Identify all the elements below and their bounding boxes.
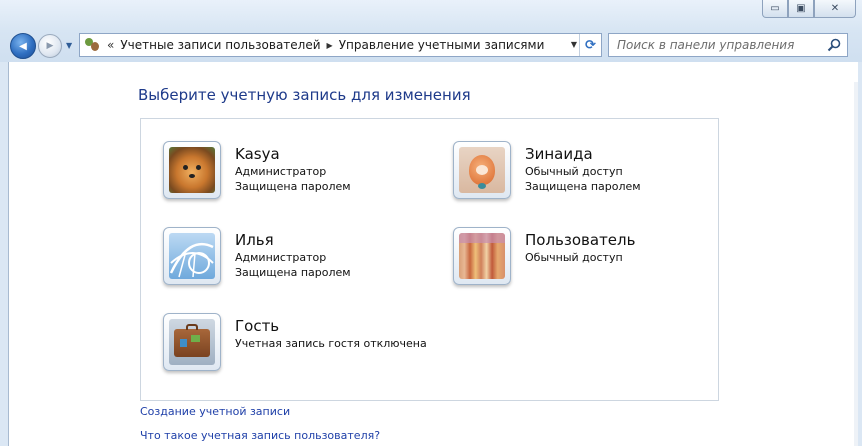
refresh-button[interactable]: ⟳ <box>579 34 601 56</box>
scrollbar-track[interactable] <box>854 82 858 446</box>
account-password-status: Защищена паролем <box>235 266 351 279</box>
rollercoaster-icon <box>169 233 215 279</box>
back-button[interactable]: ◀ <box>10 33 36 59</box>
account-polzovatel[interactable]: Пользователь Обычный доступ <box>453 227 635 285</box>
forward-button[interactable]: ▶ <box>38 34 62 58</box>
what-is-account-link[interactable]: Что такое учетная запись пользователя? <box>140 429 380 442</box>
account-picture <box>453 141 511 199</box>
account-type: Обычный доступ <box>525 251 623 264</box>
account-name: Гость <box>235 317 280 335</box>
account-picture <box>163 227 221 285</box>
fabric-stripes-icon <box>459 233 505 279</box>
account-type: Администратор <box>235 251 327 264</box>
account-picture <box>163 313 221 371</box>
account-password-status: Защищена паролем <box>235 180 351 193</box>
refresh-icon: ⟳ <box>585 37 596 53</box>
search-icon[interactable] <box>827 38 841 52</box>
minimize-button[interactable]: ▭ <box>762 0 788 18</box>
accounts-panel: Kasya Администратор Защищена паролем Зин… <box>140 118 719 401</box>
breadcrumb-user-accounts[interactable]: Учетные записи пользователей <box>120 38 320 52</box>
content-area: Выберите учетную запись для изменения Ka… <box>8 62 858 446</box>
address-bar[interactable]: « Учетные записи пользователей ▶ Управле… <box>79 33 602 57</box>
close-button[interactable]: ✕ <box>814 0 856 18</box>
recent-pages-dropdown[interactable]: ▼ <box>66 41 72 50</box>
account-type: Обычный доступ <box>525 165 623 178</box>
address-overflow[interactable]: « <box>107 38 114 52</box>
back-arrow-icon: ◀ <box>19 40 27 52</box>
dog-photo-icon <box>169 147 215 193</box>
account-guest[interactable]: Гость Учетная запись гостя отключена <box>163 313 427 371</box>
address-dropdown-icon[interactable]: ▼ <box>571 40 577 49</box>
window-controls: ▭ ▣ ✕ <box>762 0 856 18</box>
page-title: Выберите учетную запись для изменения <box>138 86 471 104</box>
breadcrumb-separator-icon[interactable]: ▶ <box>327 41 333 50</box>
account-name: Илья <box>235 231 274 249</box>
account-name: Пользователь <box>525 231 636 249</box>
search-input[interactable] <box>615 35 825 55</box>
maximize-button[interactable]: ▣ <box>788 0 814 18</box>
users-icon <box>83 37 101 53</box>
account-name: Зинаида <box>525 145 593 163</box>
window-chrome: ▭ ▣ ✕ ◀ ▶ ▼ « Учетные записи пользовател… <box>0 0 862 62</box>
forward-arrow-icon: ▶ <box>46 41 54 51</box>
account-status: Учетная запись гостя отключена <box>235 337 427 350</box>
account-zinaida[interactable]: Зинаида Обычный доступ Защищена паролем <box>453 141 641 199</box>
account-type: Администратор <box>235 165 327 178</box>
suitcase-icon <box>169 319 215 365</box>
account-name: Kasya <box>235 145 280 163</box>
account-picture <box>453 227 511 285</box>
breadcrumb-manage-accounts[interactable]: Управление учетными записями <box>339 38 545 52</box>
account-ilya[interactable]: Илья Администратор Защищена паролем <box>163 227 351 285</box>
account-password-status: Защищена паролем <box>525 180 641 193</box>
search-box[interactable] <box>608 33 848 57</box>
account-kasya[interactable]: Kasya Администратор Защищена паролем <box>163 141 351 199</box>
account-picture <box>163 141 221 199</box>
create-account-link[interactable]: Создание учетной записи <box>140 405 290 418</box>
orange-character-icon <box>459 147 505 193</box>
